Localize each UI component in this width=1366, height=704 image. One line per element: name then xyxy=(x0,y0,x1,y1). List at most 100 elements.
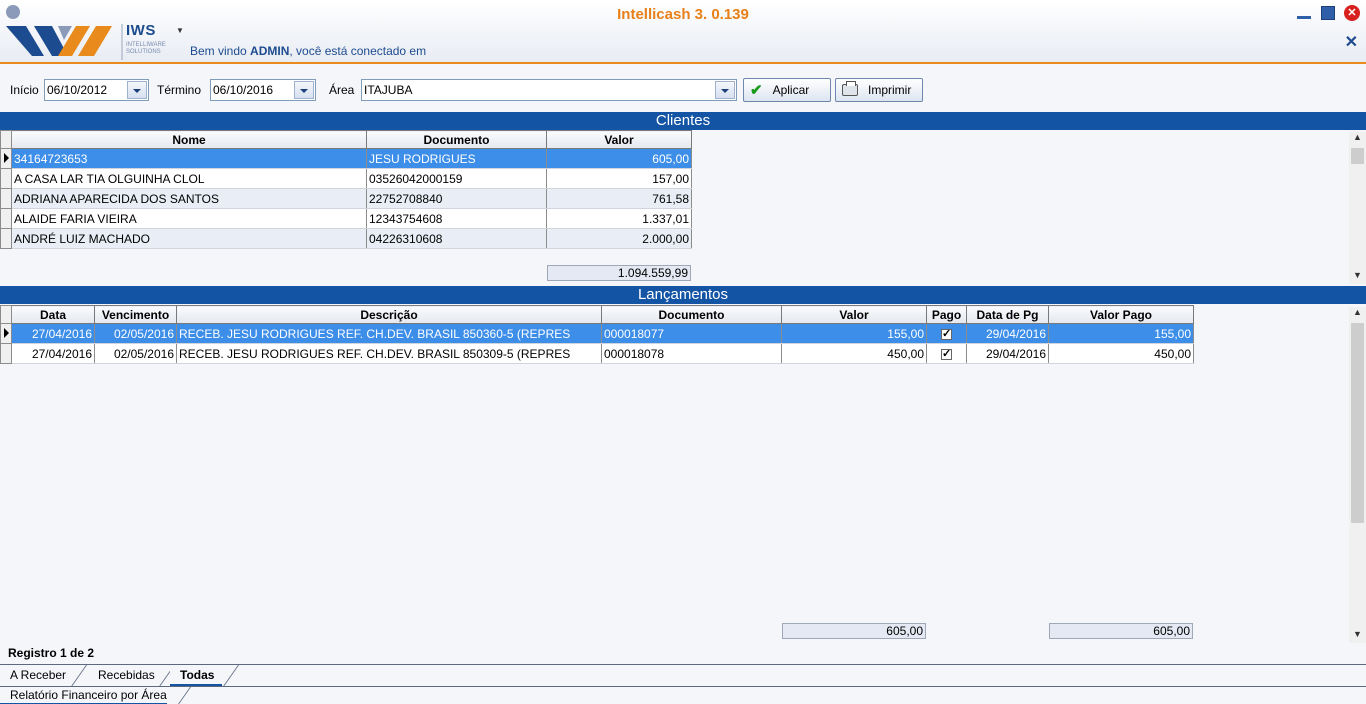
table-row[interactable]: 34164723653 JESU RODRIGUES 605,00 xyxy=(0,148,692,169)
lancamentos-grid: Data Vencimento Descrição Documento Valo… xyxy=(0,305,1366,643)
tab-todas[interactable]: Todas xyxy=(170,665,222,686)
cell-nome[interactable]: ANDRÉ LUIZ MACHADO xyxy=(11,228,367,249)
tab-relatorio-financeiro[interactable]: Relatório Financeiro por Área xyxy=(0,687,167,704)
logo-subtext: INTELLIWARE SOLUTIONS xyxy=(126,42,166,55)
cell-data-pg[interactable]: 29/04/2016 xyxy=(966,343,1049,364)
cell-vencimento[interactable]: 02/05/2016 xyxy=(94,323,177,344)
cell-documento[interactable]: 04226310608 xyxy=(366,228,547,249)
cell-valor[interactable]: 605,00 xyxy=(546,148,692,169)
col-pago[interactable]: Pago xyxy=(926,305,967,324)
row-indicator-header xyxy=(0,130,12,149)
col-documento[interactable]: Documento xyxy=(601,305,782,324)
scroll-thumb[interactable] xyxy=(1351,148,1364,164)
cell-nome[interactable]: 34164723653 xyxy=(11,148,367,169)
cell-data[interactable]: 27/04/2016 xyxy=(11,343,95,364)
aplicar-button[interactable]: ✔ Aplicar xyxy=(743,78,831,102)
lancamentos-title: Lançamentos xyxy=(0,286,1366,304)
chevron-down-icon[interactable] xyxy=(715,81,735,99)
close-window-button[interactable]: ✕ xyxy=(1344,5,1360,21)
col-nome[interactable]: Nome xyxy=(11,130,367,149)
row-indicator xyxy=(0,148,12,169)
cell-valor[interactable]: 155,00 xyxy=(781,323,927,344)
cell-valor-pago[interactable]: 155,00 xyxy=(1048,323,1194,344)
clientes-total: 1.094.559,99 xyxy=(547,265,691,281)
clientes-title: Clientes xyxy=(0,112,1366,130)
clientes-table: Nome Documento Valor 34164723653 JESU RO… xyxy=(0,130,692,249)
cell-pago[interactable] xyxy=(926,343,967,364)
lancamentos-scrollbar[interactable]: ▲ ▼ xyxy=(1349,307,1366,643)
pago-checkbox[interactable] xyxy=(941,347,952,360)
cell-valor[interactable]: 157,00 xyxy=(546,168,692,189)
table-row[interactable]: ADRIANA APARECIDA DOS SANTOS 22752708840… xyxy=(0,188,692,209)
chevron-down-icon[interactable] xyxy=(294,81,314,99)
cell-nome[interactable]: ALAIDE FARIA VIEIRA xyxy=(11,208,367,229)
cell-pago[interactable] xyxy=(926,323,967,344)
inicio-date-picker[interactable]: 06/10/2012 xyxy=(44,79,149,101)
cell-valor[interactable]: 1.337,01 xyxy=(546,208,692,229)
cell-valor[interactable]: 761,58 xyxy=(546,188,692,209)
scroll-down-icon[interactable]: ▼ xyxy=(1349,629,1366,643)
area-label: Área xyxy=(329,83,355,97)
cell-documento[interactable]: 000018078 xyxy=(601,343,782,364)
cell-descricao[interactable]: RECEB. JESU RODRIGUES REF. CH.DEV. BRASI… xyxy=(176,343,602,364)
chevron-down-icon[interactable] xyxy=(127,81,147,99)
close-icon: ✕ xyxy=(1344,5,1360,21)
close-form-icon[interactable]: ✕ xyxy=(1345,32,1358,52)
cell-documento[interactable]: JESU RODRIGUES xyxy=(366,148,547,169)
cell-valor[interactable]: 2.000,00 xyxy=(546,228,692,249)
maximize-icon xyxy=(1321,6,1335,20)
welcome-message: Bem vindo ADMIN, você está conectado em xyxy=(190,44,426,58)
printer-icon xyxy=(842,81,858,96)
row-indicator xyxy=(0,188,12,209)
col-vencimento[interactable]: Vencimento xyxy=(94,305,177,324)
termino-date-picker[interactable]: 06/10/2016 xyxy=(210,79,316,101)
row-indicator-header xyxy=(0,305,12,324)
lancamentos-total-valor-pago: 605,00 xyxy=(1049,623,1193,639)
cell-data-pg[interactable]: 29/04/2016 xyxy=(966,323,1049,344)
table-row[interactable]: 27/04/2016 02/05/2016 RECEB. JESU RODRIG… xyxy=(0,343,1194,364)
table-row[interactable]: ANDRÉ LUIZ MACHADO 04226310608 2.000,00 xyxy=(0,228,692,249)
scroll-down-icon[interactable]: ▼ xyxy=(1349,270,1366,284)
pago-checkbox[interactable] xyxy=(941,327,952,340)
cell-nome[interactable]: A CASA LAR TIA OLGUINHA CLOL xyxy=(11,168,367,189)
col-valor[interactable]: Valor xyxy=(546,130,692,149)
col-data-pg[interactable]: Data de Pg xyxy=(966,305,1049,324)
imprimir-button[interactable]: Imprimir xyxy=(835,78,923,102)
termino-label: Término xyxy=(157,83,202,97)
scroll-up-icon[interactable]: ▲ xyxy=(1349,132,1366,146)
col-documento[interactable]: Documento xyxy=(366,130,547,149)
menu-caret-icon[interactable]: ▼ xyxy=(176,26,184,35)
cell-documento[interactable]: 12343754608 xyxy=(366,208,547,229)
table-row[interactable]: 27/04/2016 02/05/2016 RECEB. JESU RODRIG… xyxy=(0,323,1194,344)
cell-documento[interactable]: 03526042000159 xyxy=(366,168,547,189)
minimize-button[interactable] xyxy=(1296,5,1312,21)
col-valor-pago[interactable]: Valor Pago xyxy=(1048,305,1194,324)
cell-vencimento[interactable]: 02/05/2016 xyxy=(94,343,177,364)
area-select[interactable]: ITAJUBA xyxy=(361,79,737,101)
cell-documento[interactable]: 22752708840 xyxy=(366,188,547,209)
cell-nome[interactable]: ADRIANA APARECIDA DOS SANTOS xyxy=(11,188,367,209)
termino-value: 06/10/2016 xyxy=(213,83,274,97)
col-data[interactable]: Data xyxy=(11,305,95,324)
cell-descricao[interactable]: RECEB. JESU RODRIGUES REF. CH.DEV. BRASI… xyxy=(176,323,602,344)
table-row[interactable]: ALAIDE FARIA VIEIRA 12343754608 1.337,01 xyxy=(0,208,692,229)
scroll-up-icon[interactable]: ▲ xyxy=(1349,307,1366,321)
scroll-thumb[interactable] xyxy=(1351,323,1364,523)
table-row[interactable]: A CASA LAR TIA OLGUINHA CLOL 03526042000… xyxy=(0,168,692,189)
lancamentos-table: Data Vencimento Descrição Documento Valo… xyxy=(0,305,1194,364)
cell-data[interactable]: 27/04/2016 xyxy=(11,323,95,344)
col-descricao[interactable]: Descrição xyxy=(176,305,602,324)
area-value: ITAJUBA xyxy=(364,83,413,97)
window-controls: ✕ xyxy=(1296,5,1360,21)
clientes-scrollbar[interactable]: ▲ ▼ xyxy=(1349,132,1366,284)
cell-documento[interactable]: 000018077 xyxy=(601,323,782,344)
cell-valor[interactable]: 450,00 xyxy=(781,343,927,364)
filter-toolbar: Início 06/10/2012 Término 06/10/2016 Áre… xyxy=(0,72,1366,106)
current-row-arrow-icon xyxy=(4,152,9,163)
welcome-suffix: , você está conectado em xyxy=(289,44,427,58)
form-tab-bar: Relatório Financeiro por Área xyxy=(0,686,1366,704)
cell-valor-pago[interactable]: 450,00 xyxy=(1048,343,1194,364)
logo-text: IWS xyxy=(126,22,156,39)
maximize-button[interactable] xyxy=(1320,5,1336,21)
col-valor[interactable]: Valor xyxy=(781,305,927,324)
